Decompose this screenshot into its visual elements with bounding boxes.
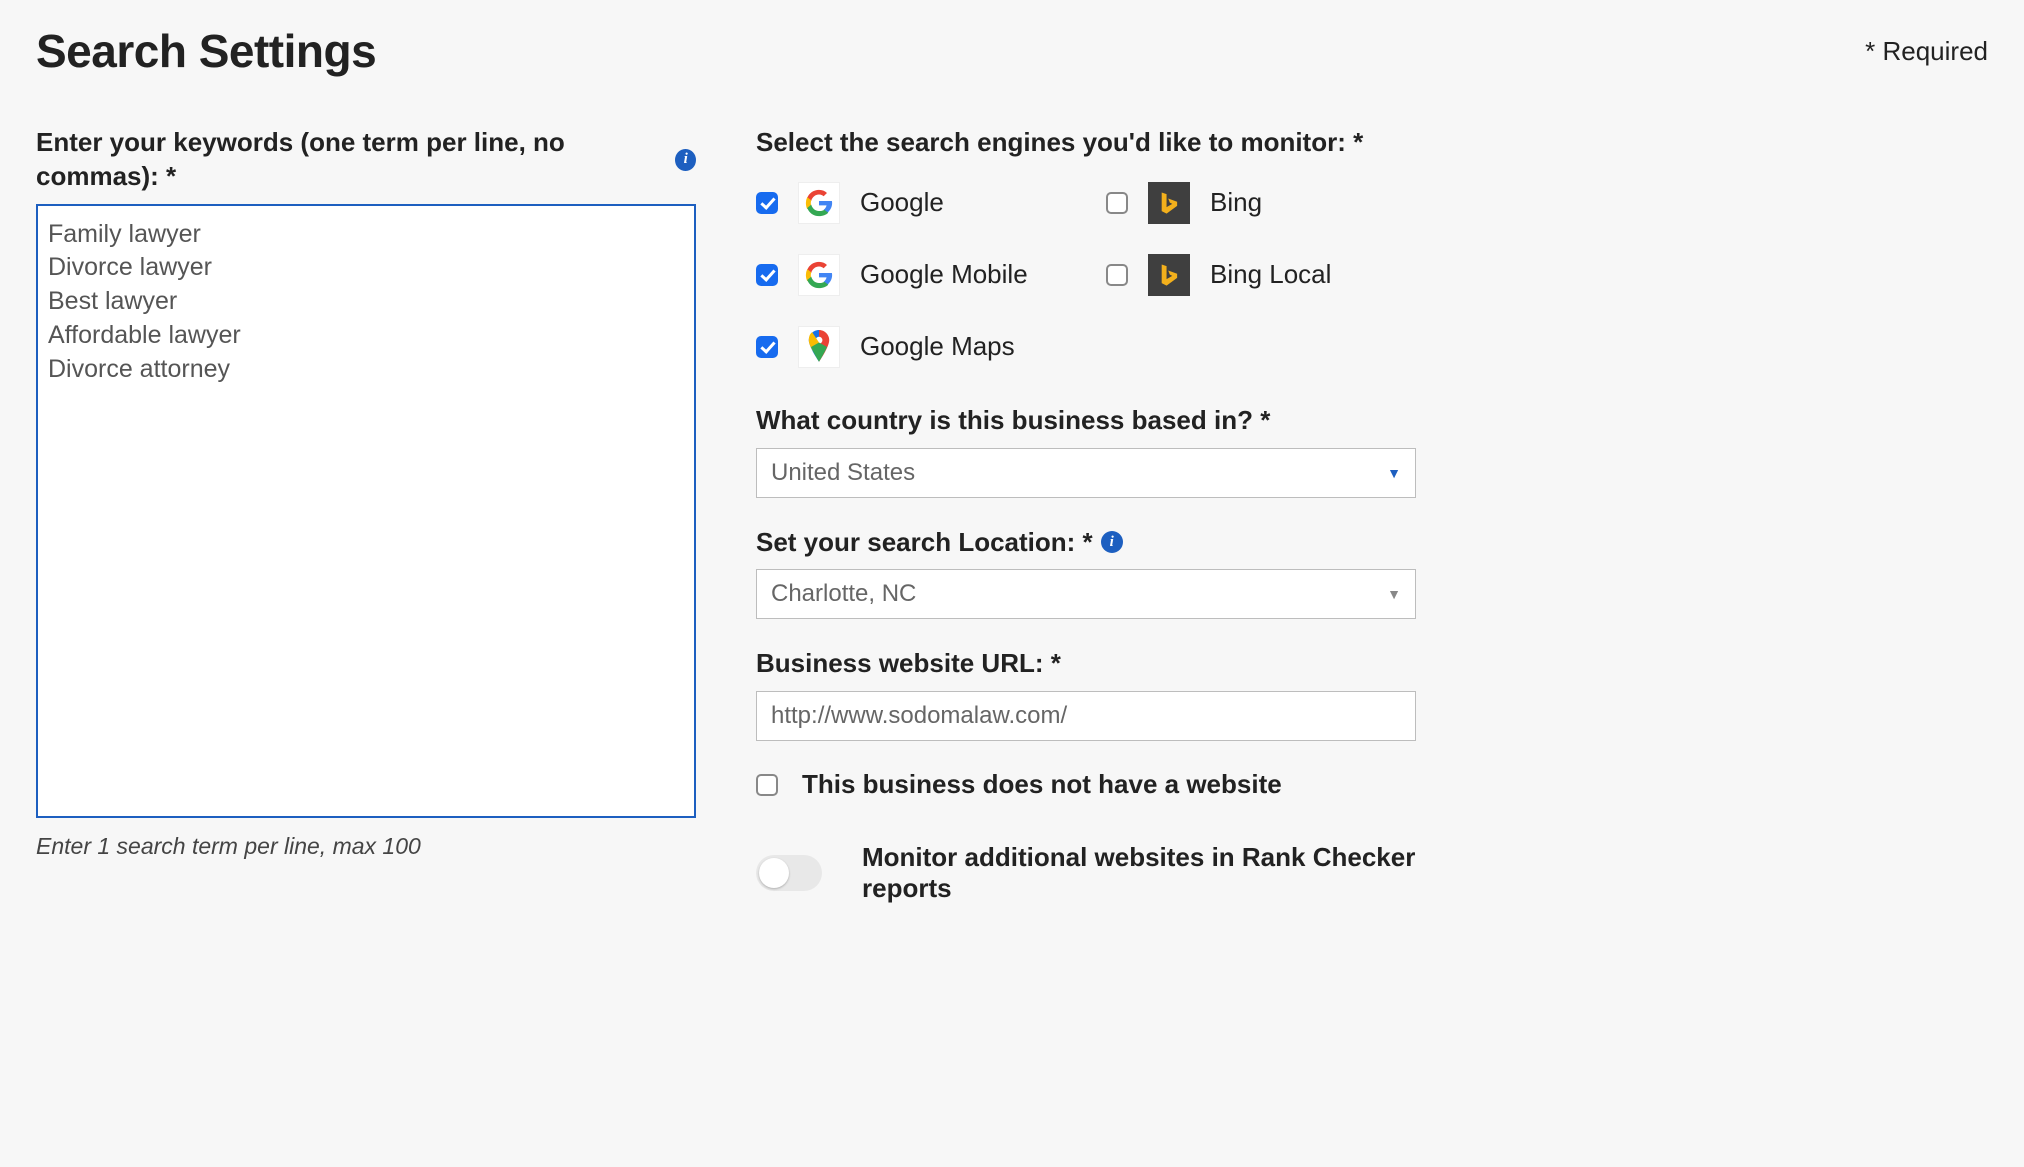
keywords-textarea[interactable]	[36, 204, 696, 818]
google-icon	[798, 182, 840, 224]
keywords-label: Enter your keywords (one term per line, …	[36, 126, 667, 194]
engine-bing: Bing	[1106, 182, 1416, 224]
required-indicator: * Required	[1865, 36, 1988, 67]
engine-label: Bing Local	[1210, 259, 1331, 290]
engine-label: Google Maps	[860, 331, 1015, 362]
bing-icon	[1148, 254, 1190, 296]
monitor-toggle[interactable]	[756, 855, 822, 891]
location-combobox[interactable]: Charlotte, NC ▼	[756, 569, 1416, 619]
engine-google: Google	[756, 182, 1106, 224]
location-value: Charlotte, NC	[771, 580, 916, 608]
bing-icon	[1148, 182, 1190, 224]
country-value: United States	[771, 459, 915, 487]
chevron-down-icon: ▼	[1387, 586, 1401, 602]
country-select[interactable]: United States ▼	[756, 448, 1416, 498]
engine-label: Google Mobile	[860, 259, 1028, 290]
engine-label: Bing	[1210, 187, 1262, 218]
engine-google-maps: Google Maps	[756, 326, 1106, 368]
chevron-down-icon: ▼	[1387, 465, 1401, 481]
keywords-hint: Enter 1 search term per line, max 100	[36, 833, 696, 860]
engine-google-mobile: Google Mobile	[756, 254, 1106, 296]
website-input[interactable]	[756, 691, 1416, 741]
website-label: Business website URL: *	[756, 647, 1061, 681]
page-title: Search Settings	[36, 24, 376, 78]
no-website-label: This business does not have a website	[802, 769, 1282, 800]
engine-checkbox-google-mobile[interactable]	[756, 264, 778, 286]
location-label: Set your search Location: *	[756, 526, 1093, 560]
google-maps-icon	[798, 326, 840, 368]
info-icon[interactable]: i	[1101, 531, 1123, 553]
country-label: What country is this business based in? …	[756, 404, 1270, 438]
engine-label: Google	[860, 187, 944, 218]
monitor-label: Monitor additional websites in Rank Chec…	[862, 842, 1416, 904]
info-icon[interactable]: i	[675, 149, 696, 171]
engine-bing-local: Bing Local	[1106, 254, 1416, 296]
engine-checkbox-bing-local[interactable]	[1106, 264, 1128, 286]
engines-label: Select the search engines you'd like to …	[756, 126, 1363, 160]
google-icon	[798, 254, 840, 296]
engine-checkbox-bing[interactable]	[1106, 192, 1128, 214]
engine-checkbox-google-maps[interactable]	[756, 336, 778, 358]
engine-checkbox-google[interactable]	[756, 192, 778, 214]
no-website-checkbox[interactable]	[756, 774, 778, 796]
toggle-knob	[759, 858, 789, 888]
